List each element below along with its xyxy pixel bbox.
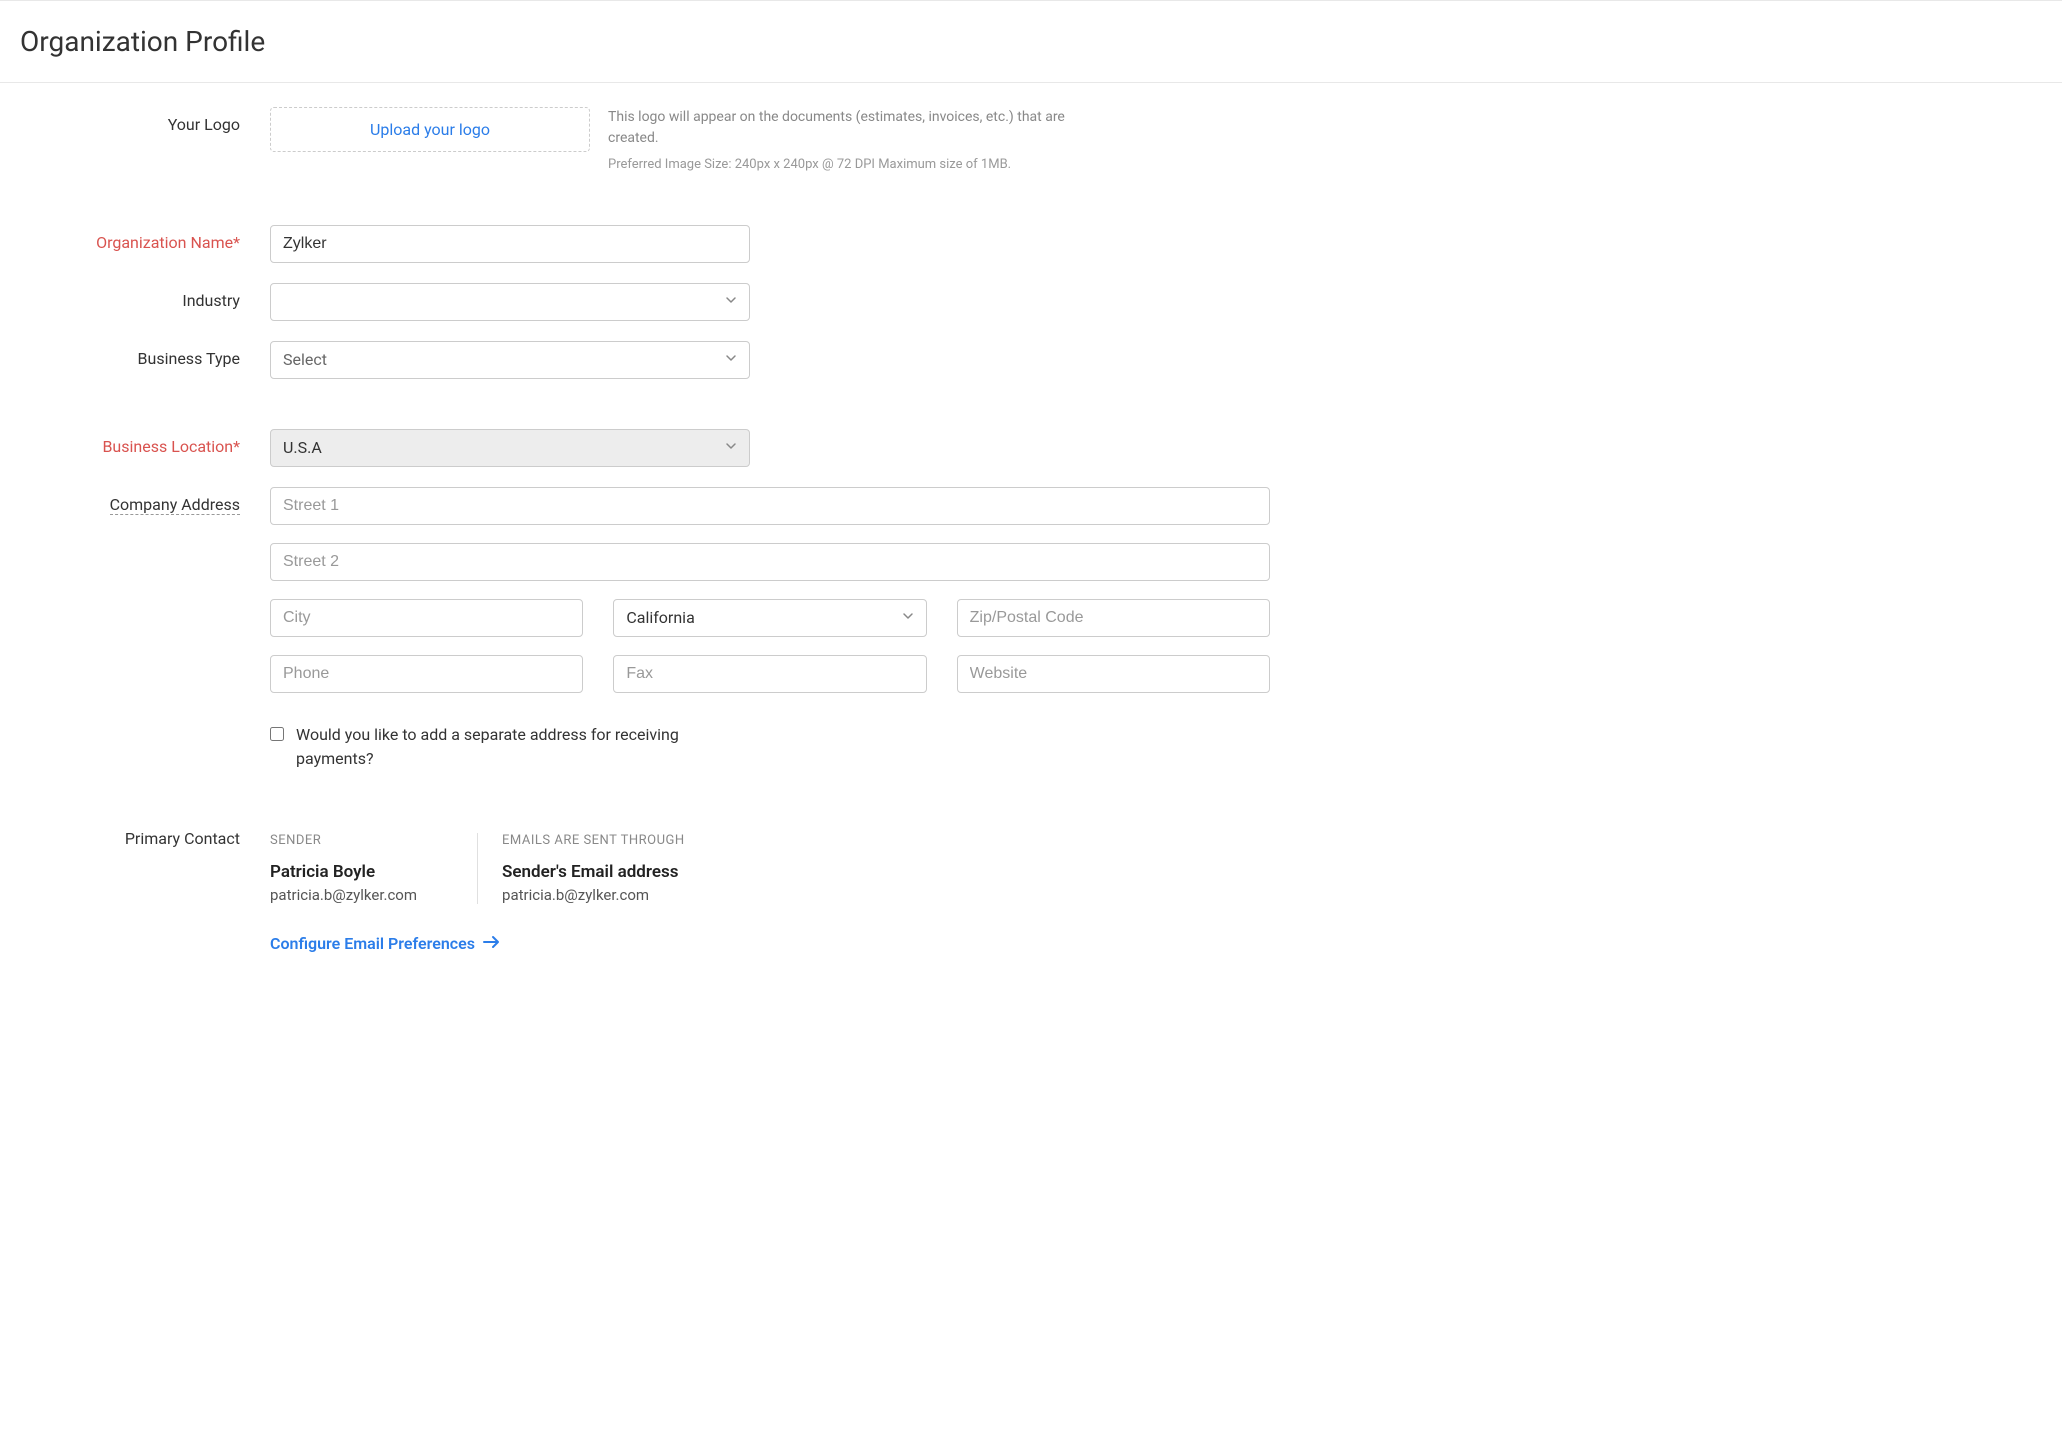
separate-address-checkbox[interactable]: [270, 727, 284, 741]
sender-column: SENDER Patricia Boyle patricia.b@zylker.…: [270, 833, 477, 904]
organization-name-label: Organization Name*: [20, 225, 270, 252]
sender-name: Patricia Boyle: [270, 862, 417, 882]
configure-email-text: Configure Email Preferences: [270, 934, 475, 953]
primary-contact-row: Primary Contact SENDER Patricia Boyle pa…: [20, 821, 2042, 953]
page-header: Organization Profile: [0, 0, 2062, 83]
configure-email-preferences-link[interactable]: Configure Email Preferences: [270, 934, 2042, 953]
industry-row: Industry: [20, 283, 2042, 321]
phone-input[interactable]: [270, 655, 583, 693]
organization-name-row: Organization Name*: [20, 225, 2042, 263]
company-address-label: Company Address: [110, 495, 240, 515]
business-location-row: Business Location* U.S.A: [20, 429, 2042, 467]
emails-through-name: Sender's Email address: [502, 862, 685, 882]
business-location-select[interactable]: U.S.A: [270, 429, 750, 467]
street2-input[interactable]: [270, 543, 1270, 581]
separate-address-row: Would you like to add a separate address…: [20, 713, 2042, 771]
business-type-label: Business Type: [20, 341, 270, 368]
zip-input[interactable]: [957, 599, 1270, 637]
state-value: California: [626, 608, 694, 627]
logo-help: This logo will appear on the documents (…: [608, 107, 1088, 175]
sender-email: patricia.b@zylker.com: [270, 886, 417, 904]
chevron-down-icon: [725, 352, 737, 367]
sender-header: SENDER: [270, 833, 417, 848]
industry-label: Industry: [20, 283, 270, 310]
emails-through-header: EMAILS ARE SENT THROUGH: [502, 833, 685, 848]
logo-help-sub: Preferred Image Size: 240px x 240px @ 72…: [608, 155, 1088, 175]
emails-through-email: patricia.b@zylker.com: [502, 886, 685, 904]
logo-help-text: This logo will appear on the documents (…: [608, 107, 1088, 149]
business-type-value: Select: [283, 350, 327, 369]
upload-logo-button[interactable]: Upload your logo: [270, 107, 590, 152]
website-input[interactable]: [957, 655, 1270, 693]
city-input[interactable]: [270, 599, 583, 637]
business-location-value: U.S.A: [283, 438, 322, 457]
chevron-down-icon: [902, 610, 914, 625]
chevron-down-icon: [725, 294, 737, 309]
organization-name-input[interactable]: [270, 225, 750, 263]
separate-address-label[interactable]: Would you like to add a separate address…: [296, 723, 716, 771]
company-address-row: Company Address California: [20, 487, 2042, 693]
state-select[interactable]: California: [613, 599, 926, 637]
business-type-select[interactable]: Select: [270, 341, 750, 379]
primary-contact-label: Primary Contact: [20, 821, 270, 848]
industry-select[interactable]: [270, 283, 750, 321]
emails-through-column: EMAILS ARE SENT THROUGH Sender's Email a…: [477, 833, 745, 904]
chevron-down-icon: [725, 440, 737, 455]
your-logo-label: Your Logo: [20, 107, 270, 134]
logo-row: Your Logo Upload your logo This logo wil…: [20, 107, 2042, 175]
fax-input[interactable]: [613, 655, 926, 693]
street1-input[interactable]: [270, 487, 1270, 525]
organization-profile-form: Your Logo Upload your logo This logo wil…: [0, 83, 2062, 1013]
upload-logo-text: Upload your logo: [370, 120, 490, 139]
business-type-row: Business Type Select: [20, 341, 2042, 379]
arrow-right-icon: [483, 934, 501, 953]
business-location-label: Business Location*: [20, 429, 270, 456]
page-title: Organization Profile: [20, 25, 2042, 58]
